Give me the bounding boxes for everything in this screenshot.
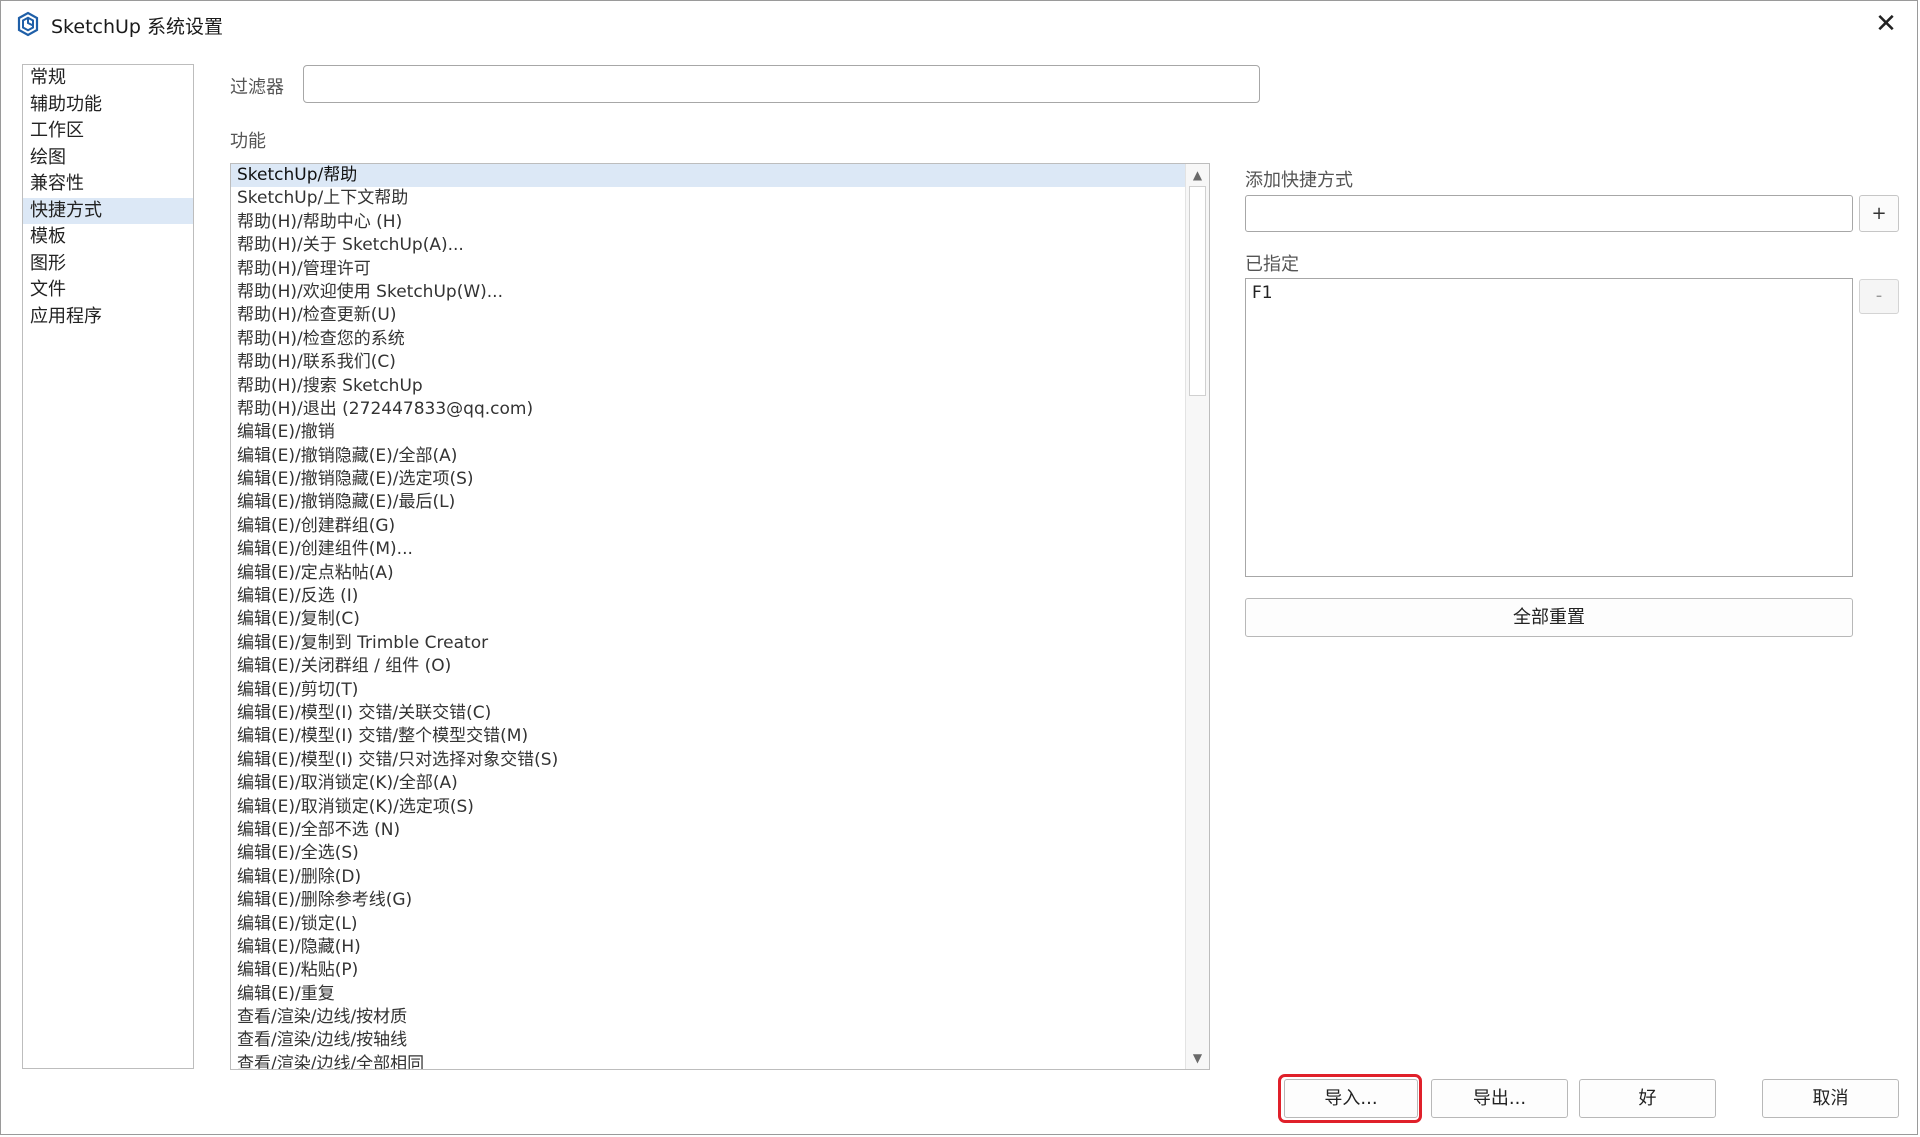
function-row[interactable]: 帮助(H)/搜索 SketchUp: [231, 375, 1185, 398]
function-row[interactable]: 编辑(E)/模型(I) 交错/只对选择对象交错(S): [231, 749, 1185, 772]
function-row[interactable]: 编辑(E)/模型(I) 交错/关联交错(C): [231, 702, 1185, 725]
function-row[interactable]: 编辑(E)/全部不选 (N): [231, 819, 1185, 842]
function-row[interactable]: 帮助(H)/关于 SketchUp(A)...: [231, 234, 1185, 257]
function-row[interactable]: 编辑(E)/复制(C): [231, 608, 1185, 631]
vertical-scrollbar[interactable]: ▲ ▼: [1185, 164, 1209, 1069]
function-row[interactable]: 编辑(E)/撤销隐藏(E)/选定项(S): [231, 468, 1185, 491]
nav-item[interactable]: 图形: [23, 251, 193, 278]
add-shortcut-button[interactable]: +: [1859, 195, 1899, 232]
function-row[interactable]: 编辑(E)/删除(D): [231, 866, 1185, 889]
function-row[interactable]: 帮助(H)/管理许可: [231, 258, 1185, 281]
nav-item[interactable]: 模板: [23, 224, 193, 251]
function-row[interactable]: 查看/渲染/边线/全部相同: [231, 1053, 1185, 1069]
add-shortcut-input[interactable]: [1245, 195, 1853, 232]
function-row[interactable]: 编辑(E)/模型(I) 交错/整个模型交错(M): [231, 725, 1185, 748]
settings-dialog: SketchUp 系统设置 ✕ 常规 辅助功能 工作区 绘图 兼容性 快捷方式 模板 图形 文件…: [0, 0, 1918, 1135]
import-button[interactable]: 导入...: [1284, 1079, 1418, 1118]
export-button[interactable]: 导出...: [1431, 1079, 1568, 1118]
function-row[interactable]: 编辑(E)/创建组件(M)...: [231, 538, 1185, 561]
nav-item[interactable]: 兼容性: [23, 171, 193, 198]
scroll-up-arrow-icon[interactable]: ▲: [1186, 164, 1209, 186]
function-row[interactable]: 编辑(E)/撤销: [231, 421, 1185, 444]
function-row[interactable]: 编辑(E)/隐藏(H): [231, 936, 1185, 959]
ok-button[interactable]: 好: [1579, 1079, 1716, 1118]
nav-item[interactable]: 工作区: [23, 118, 193, 145]
scroll-down-arrow-icon[interactable]: ▼: [1186, 1047, 1209, 1069]
function-row[interactable]: 查看/渲染/边线/按材质: [231, 1006, 1185, 1029]
close-icon[interactable]: ✕: [1869, 7, 1903, 41]
function-row[interactable]: 编辑(E)/全选(S): [231, 842, 1185, 865]
scroll-thumb[interactable]: [1189, 186, 1206, 396]
function-row[interactable]: 编辑(E)/反选 (I): [231, 585, 1185, 608]
function-row[interactable]: 帮助(H)/联系我们(C): [231, 351, 1185, 374]
function-row[interactable]: 编辑(E)/定点粘帖(A): [231, 562, 1185, 585]
nav-item[interactable]: 绘图: [23, 145, 193, 172]
settings-nav: 常规 辅助功能 工作区 绘图 兼容性 快捷方式 模板 图形 文件 应用程序: [22, 64, 194, 1069]
title-bar: SketchUp 系统设置 ✕: [1, 1, 1917, 47]
function-row[interactable]: 帮助(H)/退出 (272447833@qq.com): [231, 398, 1185, 421]
reset-all-button[interactable]: 全部重置: [1245, 598, 1853, 637]
function-row[interactable]: 编辑(E)/锁定(L): [231, 913, 1185, 936]
function-row[interactable]: 编辑(E)/剪切(T): [231, 679, 1185, 702]
nav-item[interactable]: 文件: [23, 277, 193, 304]
function-row[interactable]: 查看/渲染/边线/按轴线: [231, 1029, 1185, 1052]
cancel-button[interactable]: 取消: [1762, 1079, 1899, 1118]
function-row[interactable]: 编辑(E)/复制到 Trimble Creator: [231, 632, 1185, 655]
function-row[interactable]: 编辑(E)/撤销隐藏(E)/最后(L): [231, 491, 1185, 514]
function-row[interactable]: 编辑(E)/取消锁定(K)/选定项(S): [231, 796, 1185, 819]
function-row[interactable]: 编辑(E)/重复: [231, 983, 1185, 1006]
nav-item[interactable]: 快捷方式: [23, 197, 193, 224]
function-row[interactable]: SketchUp/帮助: [231, 164, 1185, 188]
function-row[interactable]: 编辑(E)/创建群组(G): [231, 515, 1185, 538]
function-row[interactable]: 帮助(H)/检查更新(U): [231, 304, 1185, 327]
add-shortcut-label: 添加快捷方式: [1245, 170, 1353, 191]
nav-item[interactable]: 常规: [23, 65, 193, 92]
function-row[interactable]: 帮助(H)/检查您的系统: [231, 328, 1185, 351]
function-row[interactable]: SketchUp/上下文帮助: [231, 187, 1185, 210]
sketchup-logo-icon: [15, 11, 41, 37]
filter-label: 过滤器: [230, 77, 284, 98]
function-row[interactable]: 编辑(E)/删除参考线(G): [231, 889, 1185, 912]
function-row[interactable]: 帮助(H)/欢迎使用 SketchUp(W)...: [231, 281, 1185, 304]
filter-input[interactable]: [303, 65, 1260, 103]
functions-label: 功能: [230, 131, 266, 152]
function-row[interactable]: 帮助(H)/帮助中心 (H): [231, 211, 1185, 234]
assigned-shortcut-item[interactable]: F1: [1246, 279, 1852, 307]
window-title: SketchUp 系统设置: [51, 16, 224, 38]
function-row[interactable]: 编辑(E)/撤销隐藏(E)/全部(A): [231, 445, 1185, 468]
function-rows: SketchUp/帮助 SketchUp/上下文帮助 帮助(H)/帮助中心 (H) 帮…: [231, 164, 1185, 1069]
function-list[interactable]: SketchUp/帮助 SketchUp/上下文帮助 帮助(H)/帮助中心 (H) 帮…: [230, 163, 1210, 1070]
assigned-shortcuts-list[interactable]: F1: [1245, 278, 1853, 577]
remove-shortcut-button[interactable]: -: [1859, 279, 1899, 314]
function-row[interactable]: 编辑(E)/关闭群组 / 组件 (O): [231, 655, 1185, 678]
function-row[interactable]: 编辑(E)/取消锁定(K)/全部(A): [231, 772, 1185, 795]
nav-item[interactable]: 辅助功能: [23, 92, 193, 119]
function-row[interactable]: 编辑(E)/粘贴(P): [231, 959, 1185, 982]
assigned-label: 已指定: [1245, 254, 1299, 275]
nav-item[interactable]: 应用程序: [23, 304, 193, 331]
